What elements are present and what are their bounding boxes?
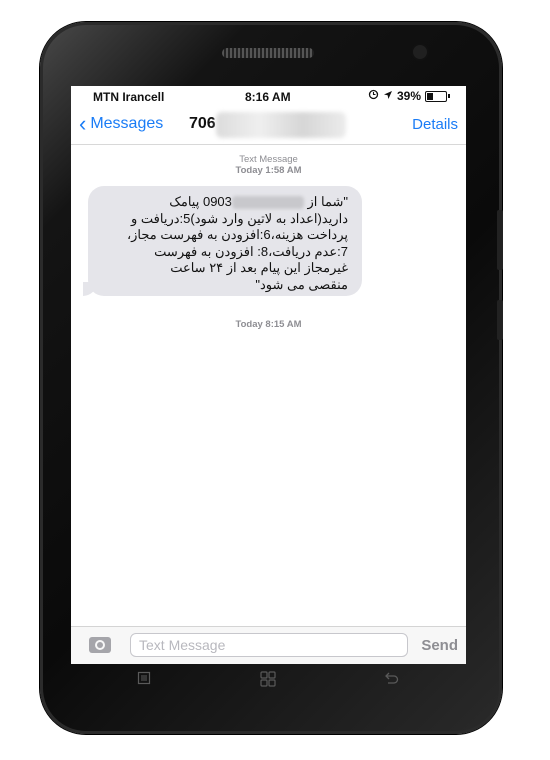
message-number: 0903 xyxy=(202,194,232,209)
carrier-name: MTN Irancell xyxy=(93,90,165,104)
location-arrow-icon xyxy=(383,89,393,103)
status-time: 8:16 AM xyxy=(245,90,291,104)
send-button[interactable]: Send xyxy=(421,637,458,654)
timestamp-text: Today 1:58 AM xyxy=(235,165,302,176)
second-timestamp: Today 8:15 AM xyxy=(71,319,466,330)
back-to-messages-button[interactable]: ‹ Messages xyxy=(79,111,164,136)
chevron-left-icon: ‹ xyxy=(79,111,87,136)
screen: MTN Irancell 8:16 AM 39% ‹ Messages 706 … xyxy=(71,86,466,664)
message-input[interactable] xyxy=(130,633,408,657)
android-softkeys xyxy=(71,664,466,694)
conversation-title[interactable]: 706 xyxy=(189,115,216,133)
camera-icon[interactable] xyxy=(89,637,111,653)
status-indicators: 39% xyxy=(368,89,450,103)
power-button[interactable] xyxy=(497,300,503,340)
compose-bar: Send xyxy=(71,626,466,664)
battery-level-fill xyxy=(427,92,434,100)
message-timestamp: Today 1:58 AM xyxy=(71,165,466,176)
second-timestamp-text: Today 8:15 AM xyxy=(235,319,302,330)
front-camera-sensor xyxy=(413,45,427,59)
details-button[interactable]: Details xyxy=(412,116,458,133)
redacted-number xyxy=(231,196,304,210)
message-type-label: Text Message xyxy=(239,154,298,165)
back-label: Messages xyxy=(90,115,164,132)
menu-icon[interactable] xyxy=(137,671,151,685)
message-meta: Text Message Today 1:58 AM xyxy=(71,154,466,176)
earpiece-speaker xyxy=(222,48,314,58)
status-bar: MTN Irancell 8:16 AM 39% xyxy=(71,86,466,106)
battery-icon xyxy=(425,90,447,102)
incoming-message-bubble[interactable]: "شما از 0903 پیامک دارید(اعداد به لاتین … xyxy=(88,186,362,296)
battery-percent: 39% xyxy=(396,89,421,103)
navigation-bar: ‹ Messages 706 Details xyxy=(71,108,466,145)
alarm-icon xyxy=(368,89,379,103)
message-prefix: "شما از xyxy=(303,194,349,209)
home-icon[interactable] xyxy=(260,671,276,687)
volume-button[interactable] xyxy=(497,210,503,270)
battery-tip xyxy=(448,94,450,98)
redacted-sender-number xyxy=(216,112,346,138)
back-arrow-icon[interactable] xyxy=(383,671,399,685)
